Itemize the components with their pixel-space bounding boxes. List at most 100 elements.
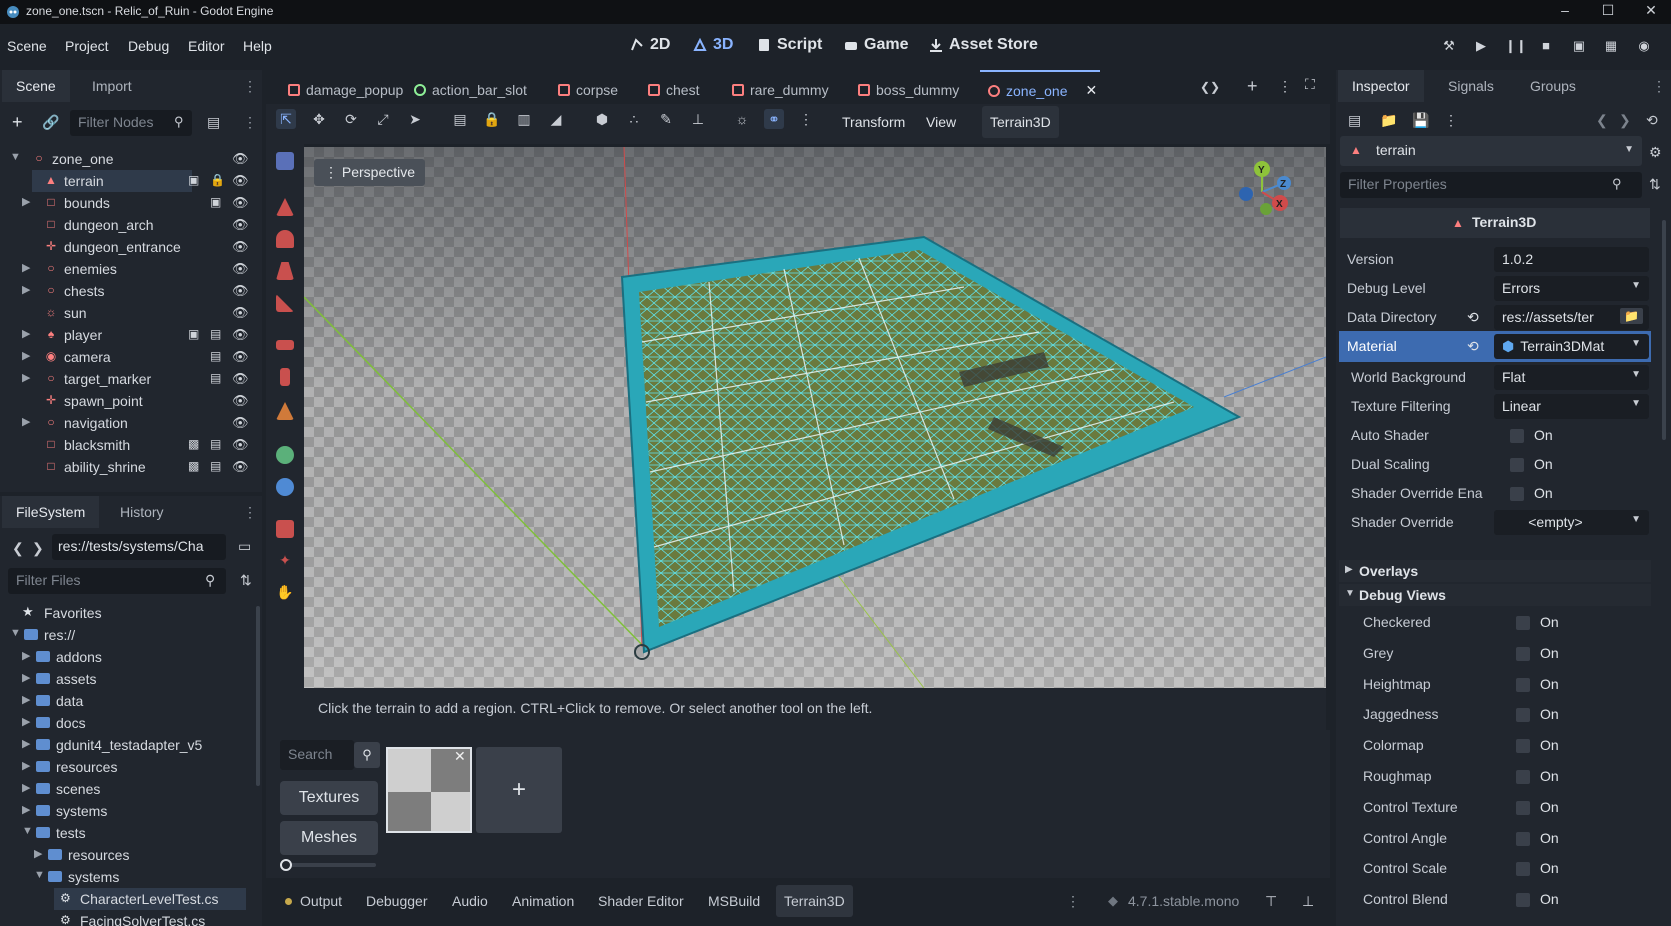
inspector-property-row[interactable]: Texture Filtering Linear ▼ (1339, 391, 1651, 422)
select-tool-icon[interactable]: ⇱ (276, 109, 296, 129)
workspace-3d-button[interactable]: 3D (693, 36, 733, 54)
inspector-property-row[interactable]: Colormap On (1339, 730, 1651, 761)
environment-preview-icon[interactable]: ⚭ (764, 109, 784, 129)
file-item[interactable]: ⚙ CharacterLevelTest.cs (54, 888, 246, 910)
visibility-eye-icon[interactable]: 👁 (232, 239, 249, 255)
inspector-section[interactable]: ▶ Overlays (1339, 560, 1651, 582)
group-icon[interactable]: ▥ (514, 109, 534, 129)
asset-search-input[interactable]: Search (280, 740, 354, 770)
visibility-eye-icon[interactable]: 👁 (232, 283, 249, 299)
back-icon[interactable]: ❮ (12, 540, 24, 557)
tab-debugger[interactable]: Debugger (366, 893, 428, 909)
folder-item[interactable]: ▶ resources (0, 756, 248, 778)
scene-options-icon[interactable]: ⋮ (243, 114, 257, 131)
sort-icon[interactable]: ⇅ (240, 572, 252, 589)
visibility-eye-icon[interactable]: 👁 (232, 305, 249, 321)
scene-tree-node[interactable]: □ dungeon_arch (0, 214, 248, 236)
menu-editor[interactable]: Editor (188, 38, 225, 54)
chevron-right-icon[interactable]: ▶ (22, 715, 30, 728)
script-icon[interactable]: ▤ (210, 349, 221, 363)
minimize-button[interactable]: – (1550, 2, 1580, 22)
scene-tab[interactable]: zone_one ✕ (988, 82, 1097, 99)
chevron-right-icon[interactable]: ▶ (22, 737, 30, 750)
checkbox[interactable] (1516, 800, 1530, 815)
region-tool-icon[interactable] (276, 152, 294, 170)
visibility-eye-icon[interactable]: 👁 (232, 261, 249, 277)
folder-item[interactable]: ▶ systems (0, 800, 248, 822)
folder-item[interactable]: ▶ addons (0, 646, 248, 668)
tab-animation[interactable]: Animation (512, 893, 574, 909)
scene-tree-node[interactable]: ▲ terrain (32, 170, 192, 192)
inspector-property-row[interactable]: Roughmap On (1339, 761, 1651, 792)
folder-item[interactable]: ▶ docs (0, 712, 248, 734)
inspector-property-row[interactable]: Grey On (1339, 638, 1651, 669)
checkbox[interactable] (1516, 646, 1530, 661)
inspector-property-row[interactable]: Data Directory ⟲ res://assets/ter 📁 (1339, 302, 1651, 333)
stop-icon[interactable]: ■ (1537, 38, 1555, 56)
terrain3d-menu[interactable]: Terrain3D (982, 106, 1059, 138)
filter-properties-input[interactable]: Filter Properties (1340, 172, 1642, 198)
folder-item[interactable]: ★ Favorites (0, 602, 248, 624)
chevron-right-icon[interactable]: ▶ (22, 261, 30, 274)
chevron-right-icon[interactable]: ▶ (22, 327, 30, 340)
tab-history[interactable]: History (106, 496, 178, 528)
meshes-button[interactable]: Meshes (280, 821, 378, 855)
visibility-eye-icon[interactable]: 👁 (232, 459, 249, 475)
visibility-eye-icon[interactable]: 👁 (232, 349, 249, 365)
pin-panel-icon[interactable]: ⊥ (1302, 893, 1314, 910)
resource-options-icon[interactable]: ⋮ (1444, 112, 1458, 129)
folder-item[interactable]: ▶ data (0, 690, 248, 712)
checkbox[interactable] (1510, 487, 1524, 501)
expand-panel-icon[interactable]: ⊤ (1265, 893, 1277, 910)
lock-selected-icon[interactable]: 🔒 (482, 109, 502, 129)
link-icon[interactable]: 🔗 (42, 114, 59, 131)
scene-tab[interactable]: action_bar_slot (414, 82, 527, 98)
wetness-tool-icon[interactable] (276, 478, 294, 496)
checkbox[interactable] (1510, 458, 1524, 472)
bottom-options-icon[interactable]: ⋮ (1066, 893, 1080, 910)
inspector-property-row[interactable]: Checkered On (1339, 607, 1651, 638)
object-selector[interactable]: ▲ terrain ▼ (1340, 136, 1642, 166)
scene-tree-node[interactable]: ✛ spawn_point (0, 390, 248, 412)
file-item[interactable]: ⚙ FacingSolverTest.cs (0, 910, 248, 926)
sun-preview-icon[interactable]: ☼ (732, 109, 752, 129)
instance-icon[interactable]: ▩ (188, 437, 199, 451)
menu-scene[interactable]: Scene (7, 38, 47, 54)
pin-icon[interactable]: ⊥ (688, 109, 708, 129)
tab-inspector[interactable]: Inspector (1338, 70, 1424, 102)
folder-item[interactable]: ▼ res:// (0, 624, 248, 646)
inspector-property-row[interactable]: Debug Level Errors ▼ (1339, 273, 1651, 304)
chevron-right-icon[interactable]: ▶ (34, 847, 42, 860)
scale-tool-icon[interactable]: ⤢ (373, 109, 393, 129)
play-icon[interactable]: ▶ (1472, 38, 1490, 56)
property-value[interactable]: Flat ▼ (1494, 365, 1649, 390)
rotate-tool-icon[interactable]: ⟳ (341, 109, 361, 129)
script-icon[interactable]: ▤ (210, 437, 221, 451)
3d-viewport[interactable]: ⋮ Perspective Y Z X (304, 147, 1326, 688)
script-icon[interactable]: ▤ (210, 327, 221, 341)
add-scene-tab-icon[interactable]: + (1247, 76, 1258, 97)
object-history-icon[interactable]: ⟲ (1646, 112, 1658, 129)
chevron-down-icon[interactable]: ▼ (10, 151, 21, 163)
view-menu[interactable]: View (926, 114, 956, 130)
movie-maker-icon[interactable]: ◉ (1635, 38, 1653, 56)
visibility-eye-icon[interactable]: 👁 (232, 217, 249, 233)
inspector-property-row[interactable]: Control Angle On (1339, 823, 1651, 854)
add-node-icon[interactable]: + (12, 112, 23, 133)
checkbox[interactable] (1516, 831, 1530, 846)
slider-handle[interactable] (280, 859, 292, 871)
menu-help[interactable]: Help (243, 38, 272, 54)
property-value[interactable]: <empty> ▼ (1494, 510, 1649, 535)
inspector-property-row[interactable]: Shader Override Ena On (1339, 478, 1651, 509)
chevron-right-icon[interactable]: ▶ (22, 671, 30, 684)
folder-open-icon[interactable]: 📁 (1620, 308, 1643, 324)
view-gizmo[interactable]: Y Z X (1222, 157, 1302, 227)
visibility-eye-icon[interactable]: 👁 (232, 173, 249, 189)
chevron-right-icon[interactable]: ▶ (22, 371, 30, 384)
search-icon[interactable]: ⚲ (354, 742, 380, 768)
instance-icon[interactable]: ▩ (188, 459, 199, 473)
history-back-icon[interactable]: ❮ (1596, 112, 1608, 129)
path-input[interactable]: res://tests/systems/Cha (52, 534, 226, 560)
scene-tree-node[interactable]: ✛ dungeon_entrance (0, 236, 248, 258)
perspective-button[interactable]: ⋮ Perspective (314, 159, 426, 186)
